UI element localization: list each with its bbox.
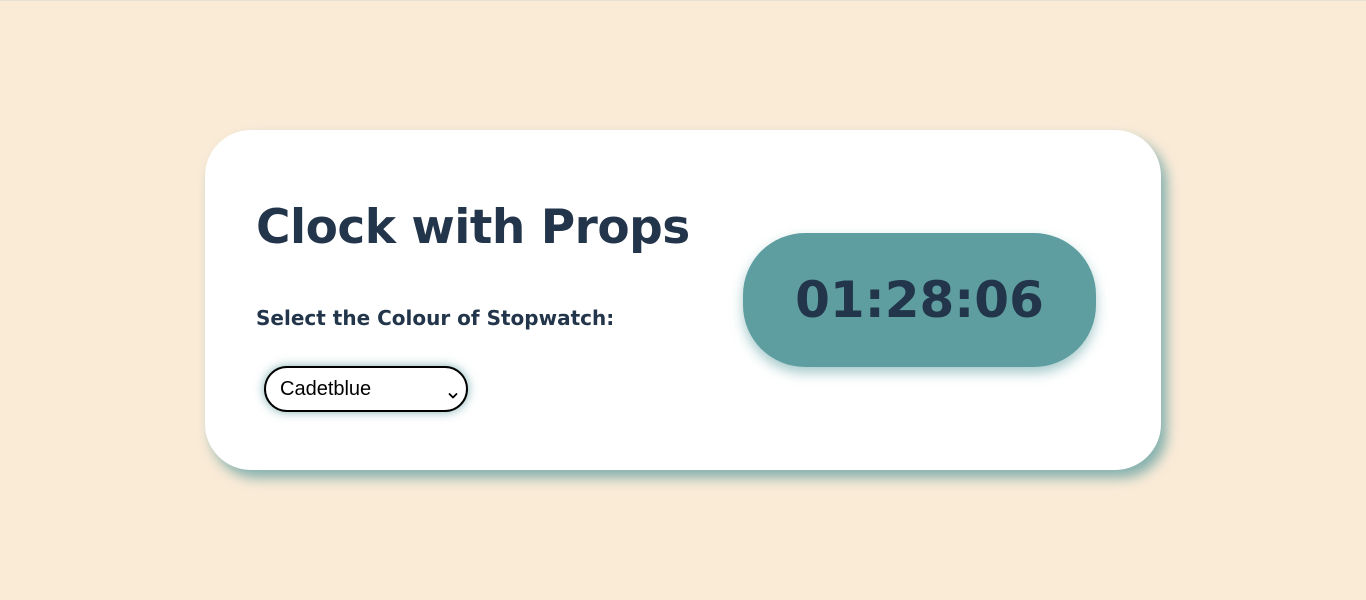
stopwatch-time: 01:28:06 xyxy=(795,271,1044,329)
chevron-down-icon xyxy=(448,384,458,399)
color-select-label: Select the Colour of Stopwatch: xyxy=(256,306,615,330)
page-title: Clock with Props xyxy=(256,200,690,255)
color-select[interactable]: Cadetblue xyxy=(264,366,468,412)
color-select-value: Cadetblue xyxy=(280,377,372,400)
clock-card: Clock with Props Select the Colour of St… xyxy=(205,130,1161,470)
stopwatch-display: 01:28:06 xyxy=(743,233,1096,367)
page-top-divider xyxy=(0,0,1366,1)
